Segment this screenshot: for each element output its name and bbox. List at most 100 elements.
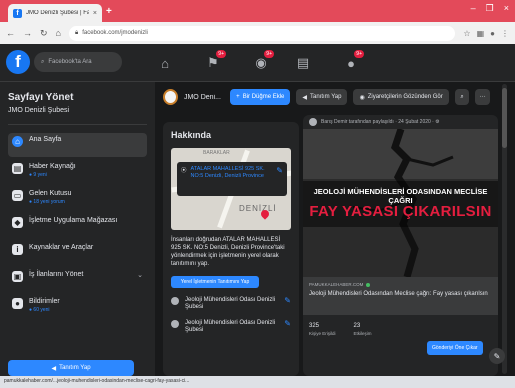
- search-icon: ⌕: [460, 93, 464, 100]
- eye-icon: ◉: [359, 94, 365, 101]
- info-row: Jeoloji Mühendisleri Odası Denizli Şubes…: [171, 320, 291, 334]
- verified-dot-icon: [366, 282, 371, 287]
- map-town-label: DENİZLİ: [239, 204, 277, 213]
- promote-button[interactable]: ◀ Tanıtım Yap: [296, 89, 348, 105]
- view-as-visitor-label: Ziyaretçilerin Gözünden Gör: [367, 94, 443, 100]
- sidebar-item-home[interactable]: ⌂ Ana Sayfa: [8, 133, 147, 157]
- close-window-icon[interactable]: ×: [504, 3, 509, 14]
- reach-stat[interactable]: 325 Kişiye Erişildi: [309, 323, 336, 336]
- resources-icon: i: [12, 244, 23, 255]
- page-search-button[interactable]: ⌕: [454, 89, 470, 105]
- sidebar-item-label: Ana Sayfa: [29, 136, 62, 143]
- boost-post-button[interactable]: Gönderiyi Öne Çıkar: [427, 341, 483, 355]
- back-icon[interactable]: ←: [6, 28, 15, 38]
- sidebar-item-inbox[interactable]: ▭ Gelen Kutusu ● 18 yeni yorum: [8, 187, 147, 211]
- image-slogan: FAY YASASI ÇIKARILSIN: [309, 203, 492, 220]
- home-icon[interactable]: ⌂: [56, 28, 61, 38]
- map-label: BARAKLAR: [203, 150, 230, 156]
- minimize-icon[interactable]: –: [471, 3, 476, 14]
- sidebar-subtitle: JMO Denizli Şubesi: [8, 107, 70, 114]
- map-location-card[interactable]: ⦿ ATALAR MAHALLESİ 925 SK. NO:5 Denizli,…: [177, 162, 287, 196]
- post-insights: 325 Kişiye Erişildi 23 Etkileşim: [303, 315, 498, 344]
- sidebar-item-label: Gelen Kutusu: [29, 190, 72, 197]
- engagement-stat[interactable]: 23 Etkileşim: [354, 323, 372, 336]
- news-feed-icon: ▤: [12, 163, 23, 174]
- profile-icon[interactable]: ●: [490, 29, 495, 38]
- menu-icon[interactable]: ⋮: [501, 29, 509, 38]
- info-row-text: Jeoloji Mühendisleri Odası Denizli Şubes…: [185, 297, 276, 310]
- stat-value: 23: [353, 323, 361, 329]
- inbox-icon: ▭: [12, 190, 23, 201]
- compose-icon[interactable]: ✎: [489, 348, 505, 364]
- bell-icon: ●: [12, 298, 23, 309]
- scrollbar-thumb[interactable]: [502, 88, 507, 148]
- address-bar[interactable]: 🔒︎ facebook.com/jmodenizli: [68, 25, 456, 41]
- sidebar-item-notifications[interactable]: ● Bildirimler ● 60 yeni: [8, 295, 147, 319]
- reload-icon[interactable]: ↻: [40, 28, 48, 39]
- browser-toolbar: ← → ↻ ⌂ 🔒︎ facebook.com/jmodenizli ☆ ▦ ●…: [0, 22, 515, 44]
- promote-label: Tanıtım Yap: [59, 365, 91, 371]
- view-as-visitor-button[interactable]: ◉ Ziyaretçilerin Gözünden Gör: [353, 89, 449, 105]
- star-icon[interactable]: ☆: [463, 29, 470, 38]
- sidebar-item-app-store[interactable]: ◆ İşletme Uygulama Mağazası: [8, 214, 147, 238]
- extension-icon[interactable]: ▦: [477, 29, 485, 38]
- tab-close-icon[interactable]: ×: [93, 10, 97, 17]
- home-nav-icon[interactable]: ⌂: [152, 52, 178, 74]
- sidebar-item-label: Kaynaklar ve Araçlar: [29, 244, 94, 251]
- location-map[interactable]: BARAKLAR ⦿ ATALAR MAHALLESİ 925 SK. NO:5…: [171, 148, 291, 230]
- location-pin-icon: ⦿: [181, 168, 187, 174]
- info-row: Jeoloji Mühendisleri Odası Denizli Şubes…: [171, 297, 291, 311]
- author-avatar[interactable]: [309, 118, 317, 126]
- sidebar-item-label: Bildirimler: [29, 298, 60, 305]
- plus-icon: +: [236, 94, 240, 100]
- search-input[interactable]: ⌕ Facebook'ta Ara: [34, 52, 122, 72]
- post-image[interactable]: JEOLOJİ MÜHENDİSLERİ ODASINDAN MECLİSE Ç…: [303, 129, 498, 277]
- flag-nav-icon[interactable]: ⚑ 9+: [200, 50, 226, 74]
- facebook-favicon-icon: f: [13, 8, 22, 18]
- messages-badge: 9+: [264, 50, 274, 58]
- megaphone-icon: ◀: [51, 365, 57, 372]
- chevron-down-icon[interactable]: ⌄: [137, 271, 143, 279]
- location-text: ATALAR MAHALLESİ 925 SK. NO:5 Denizli, D…: [190, 166, 265, 179]
- home-icon: ⌂: [12, 136, 23, 147]
- link-preview[interactable]: PAMUKKALEHABER.COM Jeoloji Mühendisleri …: [303, 277, 498, 315]
- edit-icon[interactable]: ✎: [284, 297, 291, 305]
- facebook-header: f ⌕ Facebook'ta Ara ⌂ ⚑ 9+ ◉ 9+ ▤ ● 9+: [0, 44, 515, 82]
- page-scrollbar[interactable]: [502, 84, 507, 374]
- link-title: Jeoloji Mühendisleri Odasından Meclise ç…: [309, 291, 488, 297]
- sidebar-item-label: İşletme Uygulama Mağazası: [29, 217, 118, 224]
- page-avatar[interactable]: [163, 89, 178, 105]
- edit-icon[interactable]: ✎: [284, 320, 291, 328]
- promote-label: Tanıtım Yap: [310, 94, 342, 100]
- facebook-logo-icon[interactable]: f: [6, 50, 30, 74]
- stat-label: Etkileşim: [353, 331, 372, 336]
- edit-icon[interactable]: ✎: [276, 166, 283, 192]
- status-bar-url: pamukkalehaber.com/...jeoloji-muhendisle…: [0, 376, 515, 388]
- messages-nav-icon[interactable]: ◉ 9+: [248, 50, 274, 74]
- info-icon: [171, 320, 179, 328]
- notifications-nav-icon[interactable]: ● 9+: [338, 50, 364, 74]
- add-button-button[interactable]: + Bir Düğme Ekle: [230, 89, 291, 105]
- post-header: Barış Demir tarafından paylaşıldı · 24 Ş…: [303, 115, 498, 129]
- sidebar-divider: [8, 124, 147, 125]
- sidebar-item-news-feed[interactable]: ▤ Haber Kaynağı ● 9 yeni: [8, 160, 147, 184]
- tab-title: JMO Denizli Şubesi | Facebook: [26, 10, 89, 16]
- page-name[interactable]: JMO Deni...: [184, 94, 224, 101]
- new-tab-button[interactable]: +: [106, 6, 112, 17]
- browser-tab-strip: f JMO Denizli Şubesi | Facebook × + – ❐ …: [0, 0, 515, 22]
- maximize-icon[interactable]: ❐: [486, 3, 494, 14]
- lock-icon: 🔒︎: [74, 29, 79, 36]
- notifications-badge: 9+: [354, 50, 364, 58]
- about-description: İnsanları doğrudan ATALAR MAHALLESİ 925 …: [171, 237, 285, 267]
- page-action-bar: JMO Deni... + Bir Düğme Ekle ◀ Tanıtım Yap…: [155, 82, 498, 112]
- sidebar-item-jobs[interactable]: ▣ İş İlanlarını Yönet ⌄: [8, 268, 147, 292]
- sidebar-item-resources[interactable]: i Kaynaklar ve Araçlar: [8, 241, 147, 265]
- promote-local-business-button[interactable]: Yerel İşletmenin Tanıtımını Yap: [171, 276, 259, 288]
- more-options-button[interactable]: ···: [475, 89, 491, 105]
- sidebar-promote-button[interactable]: ◀ Tanıtım Yap: [8, 360, 134, 376]
- about-title: Hakkında: [171, 130, 212, 140]
- marketplace-nav-icon[interactable]: ▤: [290, 52, 316, 74]
- forward-icon[interactable]: →: [23, 28, 32, 38]
- stat-value: 325: [309, 323, 320, 329]
- browser-tab[interactable]: f JMO Denizli Şubesi | Facebook ×: [8, 4, 102, 22]
